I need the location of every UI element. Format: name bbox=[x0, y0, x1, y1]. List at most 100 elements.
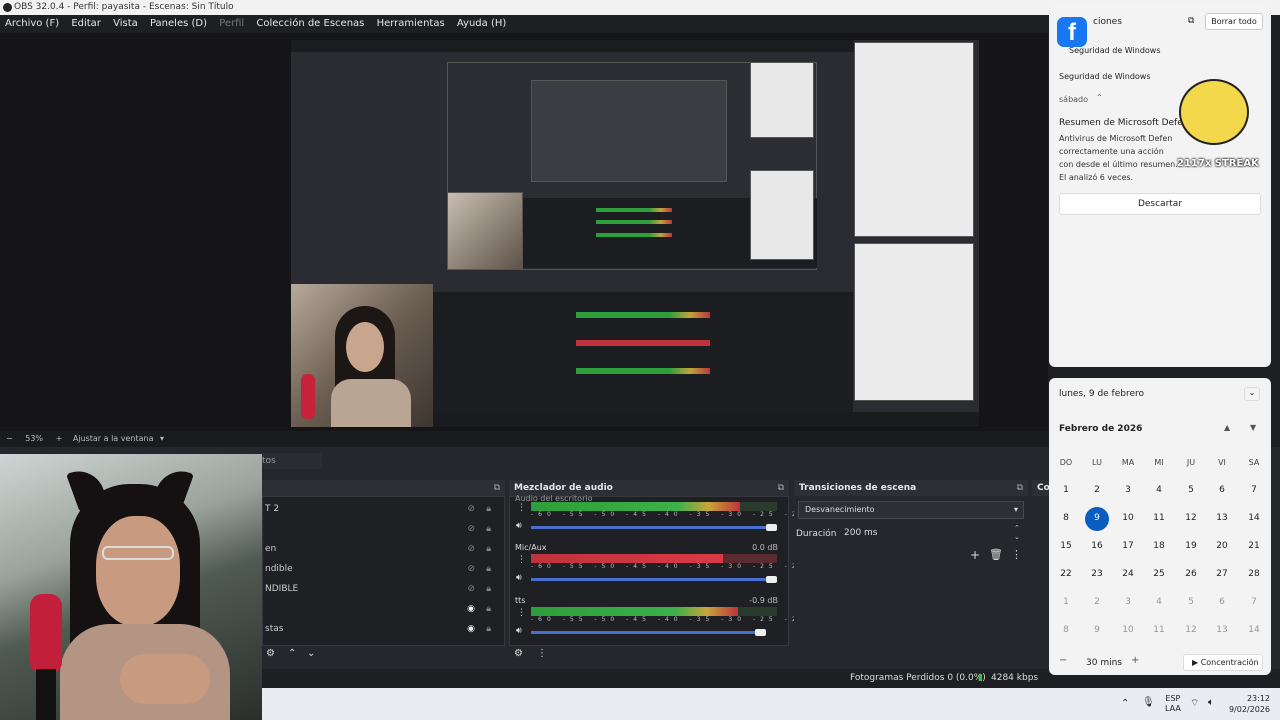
calendar-day[interactable]: 9 bbox=[1085, 625, 1109, 635]
menu-herramientas[interactable]: Herramientas bbox=[377, 18, 449, 29]
calendar-day[interactable]: 14 bbox=[1242, 625, 1266, 635]
dock-menu-icon[interactable]: ⧉ bbox=[494, 480, 500, 496]
microphone-icon[interactable]: 🎙︎ bbox=[1142, 697, 1155, 708]
sources-tab[interactable]: tos bbox=[262, 453, 322, 469]
volume-slider-handle[interactable] bbox=[766, 524, 777, 531]
calendar-day[interactable]: 3 bbox=[1116, 597, 1140, 607]
lock-icon[interactable]: 🔒︎ bbox=[486, 539, 491, 559]
zoom-minus-icon[interactable]: − bbox=[6, 434, 13, 443]
fit-window-label[interactable]: Ajustar a la ventana bbox=[73, 434, 154, 443]
network-icon[interactable]: ⌔ bbox=[1190, 697, 1199, 710]
more-options-icon[interactable]: ⋮ bbox=[1011, 548, 1022, 561]
calendar-day[interactable]: 6 bbox=[1210, 485, 1234, 495]
calendar-day[interactable]: 19 bbox=[1179, 541, 1203, 551]
focus-minus-icon[interactable]: − bbox=[1059, 655, 1079, 671]
lock-icon[interactable]: 🔒︎ bbox=[486, 559, 491, 579]
move-down-icon[interactable]: ⌄ bbox=[307, 648, 315, 659]
source-row[interactable]: en ⊘ 🔒︎ bbox=[263, 539, 503, 559]
calendar-day[interactable]: 1 bbox=[1054, 597, 1078, 607]
calendar-day[interactable]: 2 bbox=[1085, 597, 1109, 607]
calendar-day[interactable]: 2 bbox=[1085, 485, 1109, 495]
calendar-day[interactable]: 14 bbox=[1242, 513, 1266, 523]
trash-icon[interactable]: 🗑︎ bbox=[989, 548, 1003, 561]
calendar-day[interactable]: 15 bbox=[1054, 541, 1078, 551]
channel-menu-icon[interactable]: ⋮ bbox=[517, 555, 526, 565]
menu-editar[interactable]: Editar bbox=[71, 18, 105, 29]
volume-slider[interactable] bbox=[531, 578, 769, 581]
dock-menu-icon[interactable]: ⧉ bbox=[778, 480, 784, 496]
dock-menu-icon[interactable]: ⧉ bbox=[1017, 480, 1023, 496]
add-transition-icon[interactable]: + bbox=[970, 548, 980, 562]
source-row[interactable]: ⊘ 🔒︎ bbox=[263, 519, 503, 539]
calendar-day[interactable]: 13 bbox=[1210, 625, 1234, 635]
calendar-day[interactable]: 11 bbox=[1147, 513, 1171, 523]
speaker-icon[interactable]: 🔊︎ bbox=[516, 626, 522, 636]
lock-icon[interactable]: 🔒︎ bbox=[486, 579, 491, 599]
menu-archivo[interactable]: Archivo (F) bbox=[5, 18, 63, 29]
calendar-day[interactable]: 26 bbox=[1179, 569, 1203, 579]
language-indicator[interactable]: ESP LAA bbox=[1165, 694, 1181, 714]
eye-hidden-icon[interactable]: ⊘ bbox=[467, 539, 475, 559]
source-row[interactable]: T 2 ⊘ 🔒︎ bbox=[263, 499, 503, 519]
calendar-day[interactable]: 17 bbox=[1116, 541, 1140, 551]
clear-all-button[interactable]: Borrar todo bbox=[1205, 13, 1263, 30]
source-row[interactable]: ndible ⊘ 🔒︎ bbox=[263, 559, 503, 579]
menu-vista[interactable]: Vista bbox=[113, 18, 142, 29]
source-row[interactable]: ◉ 🔒︎ bbox=[263, 599, 503, 619]
channel-menu-icon[interactable]: ⋮ bbox=[517, 503, 526, 513]
eye-hidden-icon[interactable]: ⊘ bbox=[467, 499, 475, 519]
volume-slider[interactable] bbox=[531, 526, 769, 529]
calendar-day[interactable]: 7 bbox=[1242, 485, 1266, 495]
previous-month-icon[interactable]: ▲ bbox=[1224, 423, 1230, 432]
more-options-icon[interactable]: ⋮ bbox=[537, 648, 547, 659]
menu-ayuda[interactable]: Ayuda (H) bbox=[457, 18, 510, 29]
menu-paneles[interactable]: Paneles (D) bbox=[150, 18, 211, 29]
chevron-up-icon[interactable]: ⌃ bbox=[1096, 93, 1103, 102]
calendar-day[interactable]: 11 bbox=[1147, 625, 1171, 635]
menu-perfil[interactable]: Perfil bbox=[219, 18, 248, 29]
tray-expand-icon[interactable]: ⌃ bbox=[1121, 698, 1129, 709]
calendar-day[interactable]: 18 bbox=[1147, 541, 1171, 551]
clock[interactable]: 23:12 9/02/2026 bbox=[1226, 693, 1270, 715]
calendar-day[interactable]: 12 bbox=[1179, 513, 1203, 523]
duration-stepper[interactable]: ⌃ ⌄ bbox=[1014, 524, 1020, 542]
calendar-day[interactable]: 8 bbox=[1054, 513, 1078, 523]
volume-slider-handle[interactable] bbox=[755, 629, 766, 636]
calendar-day[interactable]: 13 bbox=[1210, 513, 1234, 523]
eye-hidden-icon[interactable]: ⊘ bbox=[467, 579, 475, 599]
calendar-day[interactable]: 5 bbox=[1179, 597, 1203, 607]
eye-visible-icon[interactable]: ◉ bbox=[467, 599, 475, 619]
eye-visible-icon[interactable]: ◉ bbox=[467, 619, 475, 639]
channel-menu-icon[interactable]: ⋮ bbox=[517, 608, 526, 618]
dismiss-button[interactable]: Descartar bbox=[1059, 193, 1261, 215]
calendar-day[interactable]: 9 bbox=[1085, 513, 1109, 523]
lock-icon[interactable]: 🔒︎ bbox=[486, 599, 491, 619]
calendar-day[interactable]: 7 bbox=[1242, 597, 1266, 607]
next-month-icon[interactable]: ▼ bbox=[1250, 423, 1256, 432]
lock-icon[interactable]: 🔒︎ bbox=[486, 519, 491, 539]
volume-slider[interactable] bbox=[531, 631, 759, 634]
calendar-day[interactable]: 6 bbox=[1210, 597, 1234, 607]
lock-icon[interactable]: 🔒︎ bbox=[486, 619, 491, 639]
sources-list[interactable]: T 2 ⊘ 🔒︎ ⊘ 🔒︎ en ⊘ 🔒︎ ndible ⊘ 🔒︎ NDIBLE ⊘ 🔒︎ ◉ 🔒︎… bbox=[262, 496, 505, 646]
calendar-day[interactable]: 12 bbox=[1179, 625, 1203, 635]
duration-input[interactable]: 200 ms bbox=[838, 525, 1016, 543]
calendar-day[interactable]: 5 bbox=[1179, 485, 1203, 495]
eye-hidden-icon[interactable]: ⊘ bbox=[467, 519, 475, 539]
calendar-day[interactable]: 1 bbox=[1054, 485, 1078, 495]
calendar-day[interactable]: 22 bbox=[1054, 569, 1078, 579]
calendar-day[interactable]: 16 bbox=[1085, 541, 1109, 551]
volume-slider-handle[interactable] bbox=[766, 576, 777, 583]
zoom-plus-icon[interactable]: + bbox=[56, 434, 63, 443]
speaker-icon[interactable]: 🔊︎ bbox=[516, 521, 522, 531]
calendar-day[interactable]: 10 bbox=[1116, 625, 1140, 635]
volume-icon[interactable]: 🔈︎ bbox=[1208, 697, 1214, 708]
calendar-day[interactable]: 27 bbox=[1210, 569, 1234, 579]
calendar-day[interactable]: 25 bbox=[1147, 569, 1171, 579]
chevron-down-icon[interactable]: ⌄ bbox=[1244, 387, 1260, 401]
menu-coleccion-escenas[interactable]: Colección de Escenas bbox=[256, 18, 368, 29]
calendar-day[interactable]: 3 bbox=[1116, 485, 1140, 495]
speaker-icon[interactable]: 🔊︎ bbox=[516, 573, 522, 583]
calendar-day[interactable]: 24 bbox=[1116, 569, 1140, 579]
focus-plus-icon[interactable]: + bbox=[1131, 655, 1139, 666]
